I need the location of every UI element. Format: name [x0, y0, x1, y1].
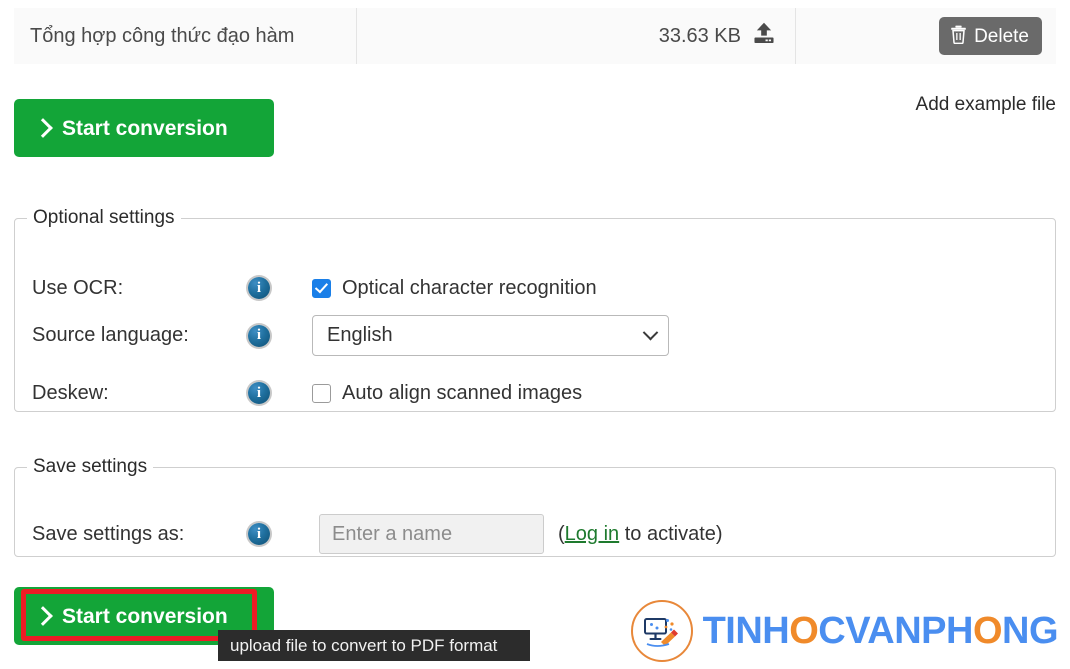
use-ocr-info-wrap: i: [248, 277, 312, 299]
watermark-logo: TINHOCVANPHONG: [630, 600, 1059, 662]
logo-text-part-3: CVANPH: [818, 610, 973, 652]
row-source-language: Source language: i English: [15, 315, 1055, 356]
info-icon[interactable]: i: [248, 523, 270, 545]
monitor-pencil-logo-icon: [630, 600, 693, 662]
ocr-checkbox-label[interactable]: Optical character recognition: [342, 277, 597, 300]
row-deskew: Deskew: i Auto align scanned images: [15, 375, 1055, 411]
note-prefix: (: [558, 522, 565, 545]
watermark-logo-text: TINHOCVANPHONG: [702, 610, 1059, 652]
info-icon[interactable]: i: [248, 324, 270, 347]
logo-text-part-5: NG: [1002, 610, 1059, 652]
login-to-activate-note: (Log in to activate): [558, 523, 723, 546]
logo-text-part-2: O: [789, 610, 819, 652]
log-in-link[interactable]: Log in: [565, 523, 620, 545]
deskew-label: Deskew:: [32, 381, 109, 404]
note-suffix: to activate): [619, 522, 723, 545]
upload-icon: [751, 20, 777, 52]
chevron-right-icon: [33, 606, 53, 626]
file-size-label: 33.63 KB: [658, 24, 741, 47]
ocr-checkbox[interactable]: [312, 278, 331, 298]
deskew-checkbox-label[interactable]: Auto align scanned images: [342, 382, 582, 405]
logo-text-part-1: TINH: [702, 610, 790, 652]
use-ocr-label: Use OCR:: [32, 276, 124, 299]
source-language-select[interactable]: English: [312, 315, 669, 356]
source-language-selected-value: English: [327, 324, 393, 346]
chevron-right-icon: [33, 118, 53, 138]
chevron-down-icon: [642, 324, 659, 341]
delete-button[interactable]: Delete: [939, 17, 1042, 55]
save-settings-as-label: Save settings as:: [32, 522, 185, 545]
start-conversion-label-top: Start conversion: [62, 116, 228, 140]
start-conversion-button-top[interactable]: Start conversion: [14, 99, 274, 157]
row-save-settings-as: Save settings as: i (Log in to activate): [15, 514, 1055, 554]
logo-text-part-4: O: [972, 610, 1003, 652]
source-language-label: Source language:: [32, 324, 189, 346]
file-actions-cell: Delete: [796, 17, 1056, 55]
file-size-cell: 33.63 KB: [357, 20, 795, 52]
save-settings-name-input[interactable]: [319, 514, 544, 554]
save-settings-info-wrap: i: [248, 523, 319, 545]
tooltip: upload file to convert to PDF format: [218, 630, 530, 661]
row-use-ocr: Use OCR: i Optical character recognition: [15, 270, 1055, 306]
deskew-checkbox[interactable]: [312, 383, 331, 403]
info-icon[interactable]: i: [248, 277, 270, 299]
delete-button-label: Delete: [974, 25, 1029, 47]
file-row: Tổng hợp công thức đạo hàm 33.63 KB Dele…: [14, 8, 1056, 64]
optional-settings-legend: Optional settings: [33, 207, 175, 228]
save-settings-panel: Save settings Save settings as: i (Log i…: [14, 456, 1056, 557]
file-name: Tổng hợp công thức đạo hàm: [30, 24, 295, 47]
deskew-info-wrap: i: [248, 382, 312, 404]
source-language-info-wrap: i: [248, 324, 312, 347]
start-conversion-label-bottom: Start conversion: [62, 604, 228, 628]
optional-settings-panel: Optional settings Use OCR: i Optical cha…: [14, 207, 1056, 412]
add-example-file-link[interactable]: Add example file: [916, 94, 1056, 116]
save-settings-legend: Save settings: [33, 456, 148, 477]
info-icon[interactable]: i: [248, 382, 270, 404]
trash-icon: [950, 25, 967, 48]
